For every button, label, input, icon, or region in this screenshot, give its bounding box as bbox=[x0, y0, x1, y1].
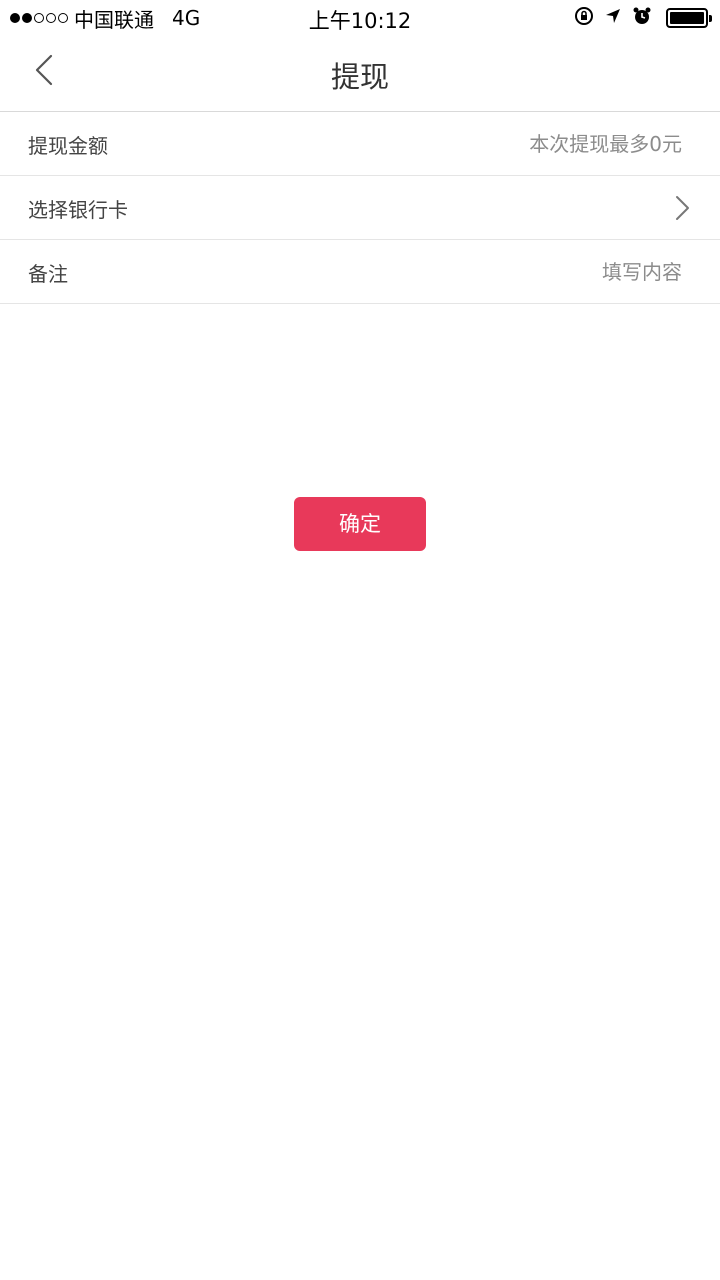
alarm-clock-icon bbox=[632, 6, 652, 30]
remark-input[interactable] bbox=[302, 252, 682, 292]
amount-input[interactable] bbox=[302, 124, 682, 164]
status-bar: 中国联通 4G 上午10:12 bbox=[0, 0, 720, 36]
bank-card-row[interactable]: 选择银行卡 bbox=[0, 176, 720, 240]
signal-dot bbox=[34, 13, 44, 23]
withdraw-form: 提现金额 选择银行卡 备注 bbox=[0, 112, 720, 304]
remark-row[interactable]: 备注 bbox=[0, 240, 720, 304]
rotation-lock-icon bbox=[574, 6, 594, 30]
remark-label: 备注 bbox=[28, 262, 68, 286]
network-type: 4G bbox=[172, 6, 201, 30]
amount-label: 提现金额 bbox=[28, 134, 108, 158]
battery-level bbox=[670, 12, 704, 24]
status-bar-right bbox=[564, 6, 712, 30]
signal-dot bbox=[10, 13, 20, 23]
page-title: 提现 bbox=[330, 60, 389, 94]
amount-row[interactable]: 提现金额 bbox=[0, 112, 720, 176]
bank-card-label: 选择银行卡 bbox=[28, 198, 128, 222]
status-bar-left: 中国联通 4G bbox=[10, 6, 201, 32]
battery-tip bbox=[709, 15, 712, 22]
signal-dot bbox=[46, 13, 56, 23]
signal-dot bbox=[58, 13, 68, 23]
confirm-button[interactable]: 确定 bbox=[294, 497, 426, 551]
chevron-right-icon bbox=[672, 194, 692, 222]
nav-bar: 提现 bbox=[0, 36, 720, 112]
signal-dot bbox=[22, 13, 32, 23]
battery-icon bbox=[666, 8, 712, 28]
carrier-name: 中国联通 bbox=[74, 7, 154, 32]
location-arrow-icon bbox=[604, 7, 622, 29]
